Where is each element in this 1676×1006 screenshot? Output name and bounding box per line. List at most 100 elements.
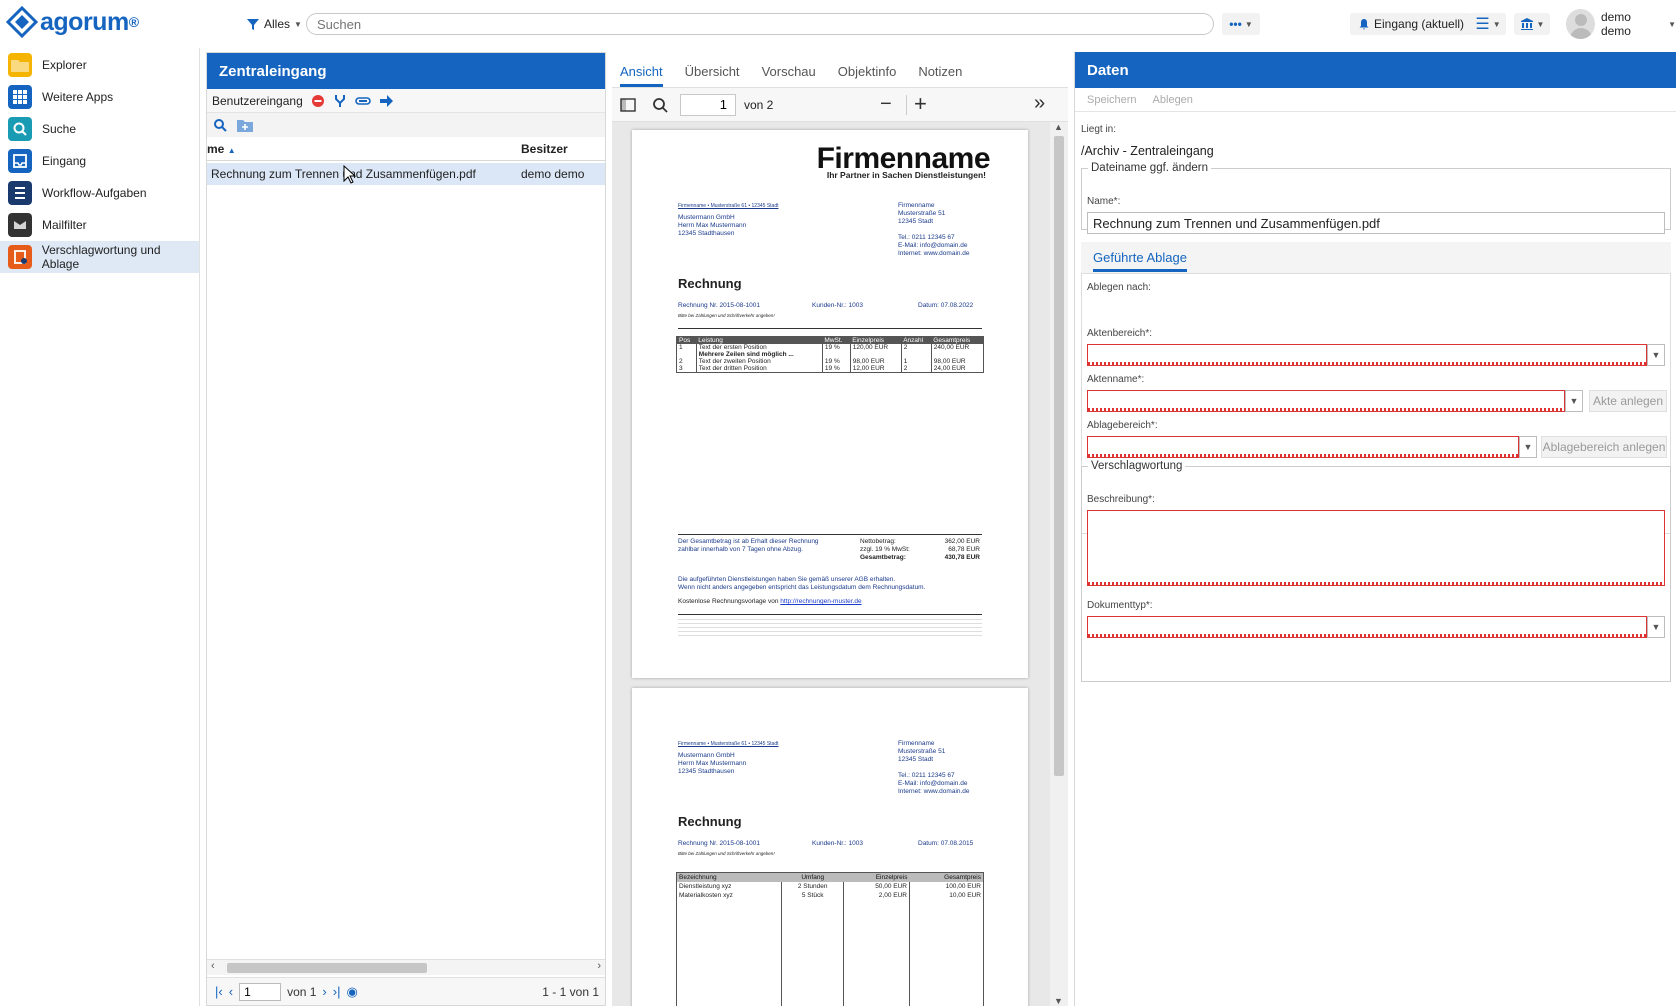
dokumenttyp-label: Dokumenttyp*: bbox=[1087, 600, 1153, 611]
logo-text: agorum bbox=[40, 7, 129, 36]
sidebar-item-eingang[interactable]: Eingang bbox=[0, 145, 199, 177]
validation-error-underline bbox=[1088, 582, 1664, 585]
first-page-icon[interactable]: |‹ bbox=[215, 984, 223, 999]
doc-footer-divider bbox=[678, 614, 982, 615]
name-label: Name*: bbox=[1087, 196, 1121, 207]
doc-date: Datum: 07.08.2022 bbox=[918, 302, 974, 309]
doc-recipient: Mustermann GmbH Herrn Max Mustermann 12345… bbox=[678, 752, 747, 775]
sidebar-item-label: Explorer bbox=[42, 58, 87, 72]
doc-customer-no: Kunden-Nr.: 1003 bbox=[812, 840, 863, 847]
horizontal-scrollbar[interactable]: ‹ › bbox=[207, 959, 605, 975]
tab-objektinfo[interactable]: Objektinfo bbox=[838, 64, 897, 87]
remove-icon[interactable] bbox=[311, 94, 325, 108]
search-filter-dropdown[interactable]: Alles ▼ bbox=[240, 13, 308, 35]
sidebar-item-label: Weitere Apps bbox=[42, 90, 114, 104]
attach-icon[interactable] bbox=[354, 94, 371, 108]
inbox-secondary-toolbar bbox=[207, 113, 605, 137]
pdf-page-input[interactable] bbox=[680, 93, 736, 116]
pagination-bar: |‹ ‹ von 1 › ›| ◉ 1 - 1 von 1 bbox=[207, 977, 605, 1005]
chevron-down-icon[interactable]: ▼ bbox=[1565, 390, 1583, 412]
tab-notizen[interactable]: Notizen bbox=[918, 64, 962, 87]
data-panel: Daten Speichern Ablegen Liegt in: /Archi… bbox=[1074, 52, 1676, 1006]
tab-uebersicht[interactable]: Übersicht bbox=[685, 64, 740, 87]
doc-footer bbox=[678, 616, 982, 638]
add-folder-icon[interactable] bbox=[237, 118, 253, 132]
search-input[interactable] bbox=[306, 13, 1214, 35]
user-inbox-dropdown[interactable]: Benutzereingang bbox=[212, 94, 303, 108]
more-options-button[interactable]: ••• ▼ bbox=[1222, 13, 1260, 35]
double-chevron-right-icon[interactable]: » bbox=[1034, 92, 1045, 115]
bank-icon bbox=[1520, 18, 1533, 30]
pdf-viewer[interactable]: Firmenname Ihr Partner in Sachen Dienstl… bbox=[612, 122, 1068, 1006]
chevron-down-icon[interactable]: ▼ bbox=[1647, 344, 1665, 366]
chevron-down-icon[interactable]: ▼ bbox=[1519, 436, 1537, 458]
scroll-right-icon[interactable]: › bbox=[597, 960, 601, 972]
scroll-left-icon[interactable]: ‹ bbox=[211, 960, 215, 972]
sidebar-item-verschlagwortung-und-ablage[interactable]: Verschlagwortung und Ablage bbox=[0, 241, 199, 273]
scrollbar-thumb[interactable] bbox=[227, 963, 427, 973]
rename-legend: Dateiname ggf. ändern bbox=[1091, 162, 1208, 174]
akte-anlegen-button[interactable]: Akte anlegen bbox=[1589, 390, 1667, 412]
doc-divider bbox=[678, 328, 982, 329]
doc-note: Bitte bei Zahlungen und Schriftverkehr a… bbox=[678, 313, 775, 318]
sidebar-item-weitere-apps[interactable]: Weitere Apps bbox=[0, 81, 199, 113]
doc-date: Datum: 07.08.2015 bbox=[918, 840, 974, 847]
user-menu[interactable]: demo demo ▼ bbox=[1566, 8, 1676, 40]
doc-service-table: Bezeichnung Umfang Einzelpreis Gesamtpreis … bbox=[675, 872, 985, 1006]
zoom-out-icon[interactable]: − bbox=[880, 93, 892, 116]
arrow-right-icon[interactable] bbox=[379, 94, 393, 108]
eye-icon[interactable]: ◉ bbox=[346, 984, 357, 1000]
file-button[interactable]: Ablegen bbox=[1153, 94, 1193, 106]
doc-company-block: Firmenname Musterstraße 51 12345 Stadt Tel.… bbox=[898, 740, 970, 795]
doc-heading: Rechnung bbox=[678, 814, 742, 829]
main-menu-button[interactable]: ☰ ▼ bbox=[1470, 13, 1506, 35]
archive-menu-button[interactable]: ▼ bbox=[1514, 13, 1550, 35]
sidebar-item-mailfilter[interactable]: Mailfilter bbox=[0, 209, 199, 241]
sidebar-item-explorer[interactable]: Explorer bbox=[0, 49, 199, 81]
prev-page-icon[interactable]: ‹ bbox=[229, 984, 233, 999]
doc-slogan: Ihr Partner in Sachen Dienstleistungen! bbox=[826, 170, 986, 180]
aktenbereich-label: Aktenbereich*: bbox=[1087, 328, 1153, 339]
column-name-header[interactable]: me ▲ bbox=[207, 142, 236, 156]
scroll-down-icon[interactable]: ▼ bbox=[1054, 996, 1063, 1006]
tab-gefuehrte-ablage[interactable]: Geführte Ablage bbox=[1093, 250, 1187, 272]
save-button[interactable]: Speichern bbox=[1087, 94, 1137, 106]
scrollbar-thumb[interactable] bbox=[1054, 136, 1064, 776]
sidebar-toggle-icon[interactable] bbox=[620, 97, 636, 112]
doc-company-block: Firmenname Musterstraße 51 12345 Stadt Tel.… bbox=[898, 202, 970, 257]
inbox-current-button[interactable]: Eingang (aktuell) bbox=[1350, 13, 1473, 35]
split-icon[interactable] bbox=[333, 94, 347, 108]
user-name: demo demo bbox=[1600, 10, 1631, 38]
vertical-scrollbar[interactable]: ▲ ▼ bbox=[1050, 122, 1068, 1006]
sidebar-item-suche[interactable]: Suche bbox=[0, 113, 199, 145]
scroll-up-icon[interactable]: ▲ bbox=[1054, 122, 1063, 132]
chevron-down-icon: ▼ bbox=[1492, 19, 1501, 29]
doc-total-text: Der Gesamtbetrag ist ab Erhalt dieser Re… bbox=[678, 538, 819, 553]
tab-ansicht[interactable]: Ansicht bbox=[620, 64, 663, 87]
search-icon[interactable] bbox=[213, 118, 227, 132]
zoom-in-icon[interactable]: + bbox=[914, 91, 927, 117]
last-page-icon[interactable]: ›| bbox=[333, 984, 341, 999]
ablagebereich-anlegen-button[interactable]: Ablagebereich anlegen bbox=[1541, 436, 1667, 458]
agorum-logo[interactable]: agorum ® bbox=[6, 6, 139, 38]
data-panel-title: Daten bbox=[1075, 52, 1676, 88]
doc-divider bbox=[678, 534, 982, 535]
table-row[interactable]: Rechnung zum Trennen und Zusammenfügen.p… bbox=[207, 163, 605, 185]
name-field[interactable] bbox=[1087, 212, 1665, 234]
sidebar-item-workflow-aufgaben[interactable]: Workflow-Aufgaben bbox=[0, 177, 199, 209]
doc-heading: Rechnung bbox=[678, 276, 742, 291]
pdf-toolbar: von 2 − + » bbox=[612, 88, 1068, 122]
doc-template-line: Kostenlose Rechnungsvorlage von http://r… bbox=[678, 598, 862, 605]
more-label: ••• bbox=[1229, 17, 1242, 31]
chevron-down-icon[interactable]: ▼ bbox=[1647, 616, 1665, 638]
beschreibung-textarea[interactable] bbox=[1087, 510, 1665, 586]
next-page-icon[interactable]: › bbox=[322, 984, 326, 999]
tab-vorschau[interactable]: Vorschau bbox=[762, 64, 816, 87]
inbox-panel: Zentraleingang Benutzereingang me ▲ Besi… bbox=[206, 52, 606, 1006]
doc-invoice-table: Pos Leistung MwSt. Einzelpreis Anzahl Gesamtp… bbox=[676, 336, 985, 373]
sidebar-item-label: Mailfilter bbox=[42, 218, 87, 232]
column-owner-header[interactable]: Besitzer bbox=[521, 142, 568, 156]
sidebar-item-label: Verschlagwortung und Ablage bbox=[41, 243, 161, 271]
page-number-input[interactable] bbox=[239, 982, 282, 1001]
search-icon[interactable] bbox=[652, 97, 668, 113]
